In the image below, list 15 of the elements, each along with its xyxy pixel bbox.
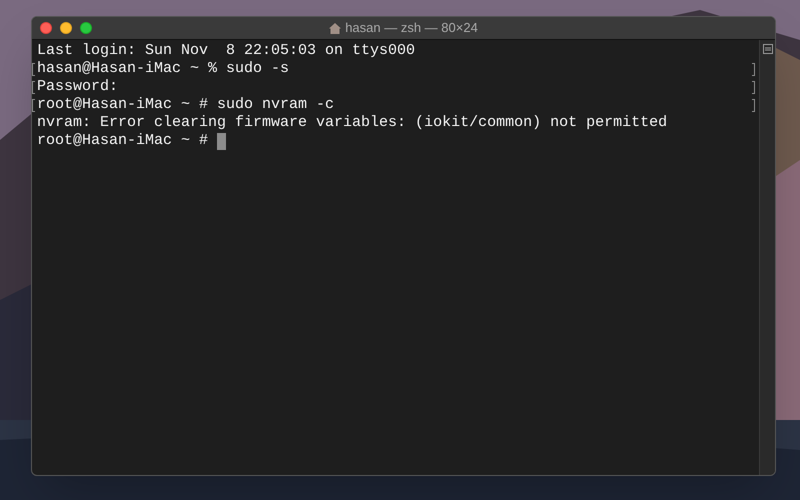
mark-bracket-icon (752, 98, 755, 112)
close-button[interactable] (40, 22, 52, 34)
terminal-line: Password: (37, 78, 118, 96)
split-pane-icon[interactable] (762, 44, 772, 54)
terminal-line: hasan@Hasan-iMac ~ % sudo -s (37, 60, 290, 78)
zoom-button[interactable] (80, 22, 92, 34)
terminal-line: root@Hasan-iMac ~ # (37, 132, 210, 150)
terminal-line: root@Hasan-iMac ~ # sudo nvram -c (37, 96, 334, 114)
minimize-button[interactable] (60, 22, 72, 34)
mark-bracket-icon (752, 80, 755, 94)
terminal-line: Last login: Sun Nov 8 22:05:03 on ttys000 (37, 42, 416, 60)
mark-bracket-icon (752, 62, 755, 76)
window-title: hasan — zsh — 80×24 (345, 19, 478, 38)
house-icon (329, 22, 342, 34)
terminal-line: nvram: Error clearing firmware variables: (iokit/common) not permitted (37, 114, 668, 132)
